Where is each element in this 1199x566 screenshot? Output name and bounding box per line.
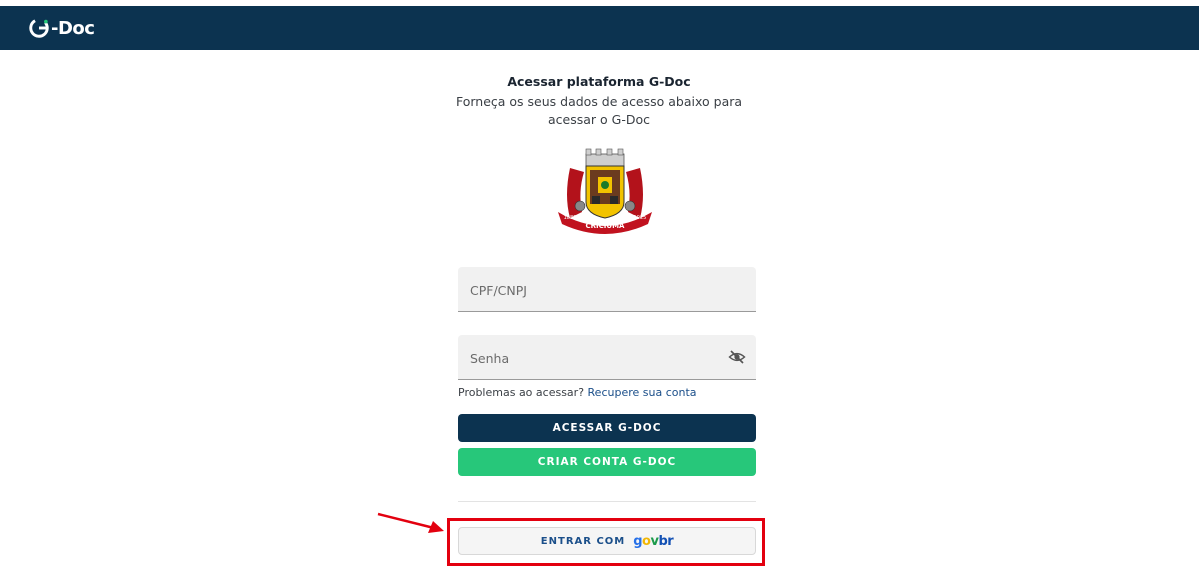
cpf-cnpj-field[interactable] — [458, 267, 756, 312]
govbr-logo-r: r — [667, 533, 674, 549]
help-text: Problemas ao acessar? — [458, 386, 585, 399]
criciuma-coat-of-arms-icon: CRICIÚMA 1880 1925 — [558, 148, 652, 234]
recover-account-link[interactable]: Recupere sua conta — [588, 386, 697, 399]
crest-year-right: 1925 — [634, 215, 647, 221]
subtitle-line-2: acessar o G-Doc — [548, 112, 650, 127]
account-help: Problemas ao acessar? Recupere sua conta — [458, 386, 697, 399]
password-field[interactable] — [458, 335, 756, 380]
gdoc-logo-icon — [29, 18, 49, 38]
govbr-login-button[interactable]: ENTRAR COM govbr — [458, 527, 756, 555]
top-bar: -Doc — [0, 6, 1199, 50]
logo-text: -Doc — [51, 17, 95, 39]
crest-year-left: 1880 — [564, 215, 577, 221]
page-title: Acessar plataforma G-Doc — [507, 74, 691, 89]
subtitle-line-1: Forneça os seus dados de acesso abaixo p… — [455, 94, 743, 109]
cpf-cnpj-input[interactable] — [468, 279, 712, 301]
create-account-button[interactable]: CRIAR CONTA G-DOC — [458, 448, 756, 476]
divider — [458, 501, 756, 502]
crest-ribbon-text: CRICIÚMA — [586, 221, 626, 230]
eye-off-icon[interactable] — [728, 349, 746, 365]
annotation-arrow-icon — [377, 512, 444, 533]
govbr-button-label: ENTRAR COM — [540, 535, 626, 547]
govbr-logo-b: b — [658, 533, 668, 549]
page-subtitle: Forneça os seus dados de acesso abaixo p… — [420, 93, 778, 129]
govbr-logo: govbr — [633, 534, 673, 549]
access-gdoc-button[interactable]: ACESSAR G-DOC — [458, 414, 756, 442]
govbr-logo-g: g — [633, 533, 643, 549]
password-input[interactable] — [468, 347, 712, 369]
gdoc-logo[interactable]: -Doc — [28, 16, 95, 40]
